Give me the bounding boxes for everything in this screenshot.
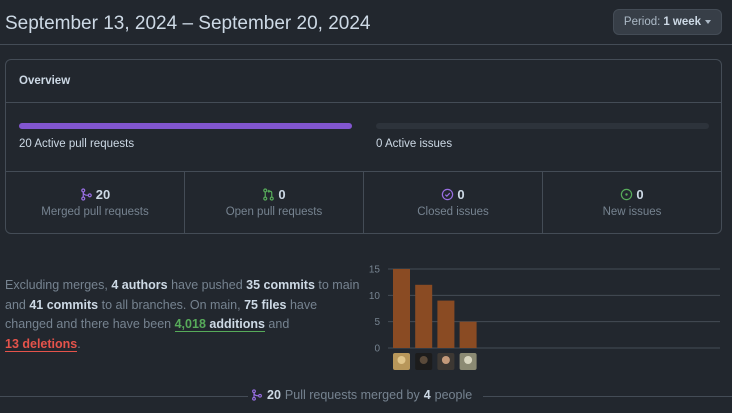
y-tick-label: 5 [374, 317, 380, 328]
issues-progress-bar [376, 123, 709, 129]
bar[interactable] [437, 300, 455, 348]
summary-text: have pushed [171, 278, 243, 292]
author-avatar-detail [397, 356, 406, 364]
deletions-link[interactable]: 13 deletions [5, 337, 78, 353]
active-pull-requests-label: Active pull requests [34, 138, 135, 150]
pull-requests-progress-bar [19, 123, 352, 129]
y-tick-label: 0 [374, 344, 380, 355]
authors-count: 4 authors [111, 278, 168, 292]
author-avatar-detail [419, 356, 428, 364]
summary-text: Excluding merges, [5, 278, 108, 292]
period-label: Period: [623, 16, 661, 28]
stat-closed-issues[interactable]: 0 Closed issues [364, 172, 543, 233]
merged-pull-requests-label: Merged pull requests [41, 206, 149, 218]
period-dropdown-button[interactable]: Period: 1 week [613, 9, 722, 35]
additions-link[interactable]: 4,018 additions [174, 317, 265, 333]
period-value: 1 week [663, 16, 702, 28]
open-pull-requests-count: 0 [278, 187, 286, 202]
header: September 13, 2024 – September 20, 2024 … [0, 0, 732, 45]
merge-icon [80, 188, 92, 201]
people-label: people [434, 388, 473, 402]
stat-merged-pull-requests[interactable]: 20 Merged pull requests [6, 172, 185, 233]
closed-issues-count: 0 [457, 187, 465, 202]
new-issues-count: 0 [636, 187, 644, 202]
summary-text: . [77, 337, 81, 352]
open-pr-icon [263, 188, 275, 201]
summary-text: and [268, 317, 290, 332]
author-avatar-detail [441, 356, 450, 364]
people-count: 4 [423, 388, 431, 402]
pull-requests-merged-summary: 20 Pull requests merged by 4 people [0, 386, 732, 406]
overview-title: Overview [6, 60, 721, 103]
overview-panel: Overview 20 Active pull requests 0 Activ… [5, 59, 722, 234]
active-issues-link[interactable]: 0 Active issues [376, 138, 452, 150]
commit-summary: Excluding merges, 4 authors have pushed … [5, 276, 365, 355]
active-issues-label: Active issues [384, 138, 453, 150]
bar[interactable] [393, 269, 410, 348]
merged-pull-requests-count: 20 [95, 187, 111, 202]
author-avatar-detail [464, 356, 473, 364]
pull-requests-progress-fill [19, 123, 352, 129]
stat-new-issues[interactable]: 0 New issues [543, 172, 721, 233]
bar[interactable] [415, 284, 433, 348]
divider [483, 396, 732, 397]
merge-icon [252, 389, 262, 401]
open-pull-requests-label: Open pull requests [225, 206, 323, 218]
merged-count: 20 [267, 388, 281, 402]
divider [0, 396, 248, 397]
merged-by-text: Pull requests merged by [284, 388, 420, 402]
summary-text: to all branches. On main, [101, 297, 241, 312]
files-changed-count: 75 files [244, 297, 287, 312]
additions-label: additions [209, 317, 265, 332]
active-pull-requests-count: 20 [19, 138, 32, 150]
chevron-down-icon [705, 20, 712, 24]
y-tick-label: 15 [369, 265, 381, 276]
all-branches-commits-count: 41 commits [29, 297, 99, 312]
new-issue-icon [621, 188, 633, 201]
additions-count: 4,018 [174, 317, 206, 332]
active-issues-count: 0 [376, 138, 383, 150]
active-pull-requests-link[interactable]: 20 Active pull requests [19, 138, 134, 150]
closed-issues-label: Closed issues [417, 206, 489, 218]
new-issues-label: New issues [602, 206, 662, 218]
date-range-title: September 13, 2024 – September 20, 2024 [5, 13, 371, 34]
commits-by-author-chart: 15 10 5 0 [369, 265, 720, 370]
closed-issue-icon [442, 188, 454, 201]
y-tick-label: 10 [369, 291, 381, 302]
stats-row: 20 Merged pull requests 0 Open pull requ… [6, 171, 721, 233]
stat-open-pull-requests[interactable]: 0 Open pull requests [185, 172, 364, 233]
bar[interactable] [459, 321, 477, 348]
commits-count: 35 commits [246, 278, 315, 292]
